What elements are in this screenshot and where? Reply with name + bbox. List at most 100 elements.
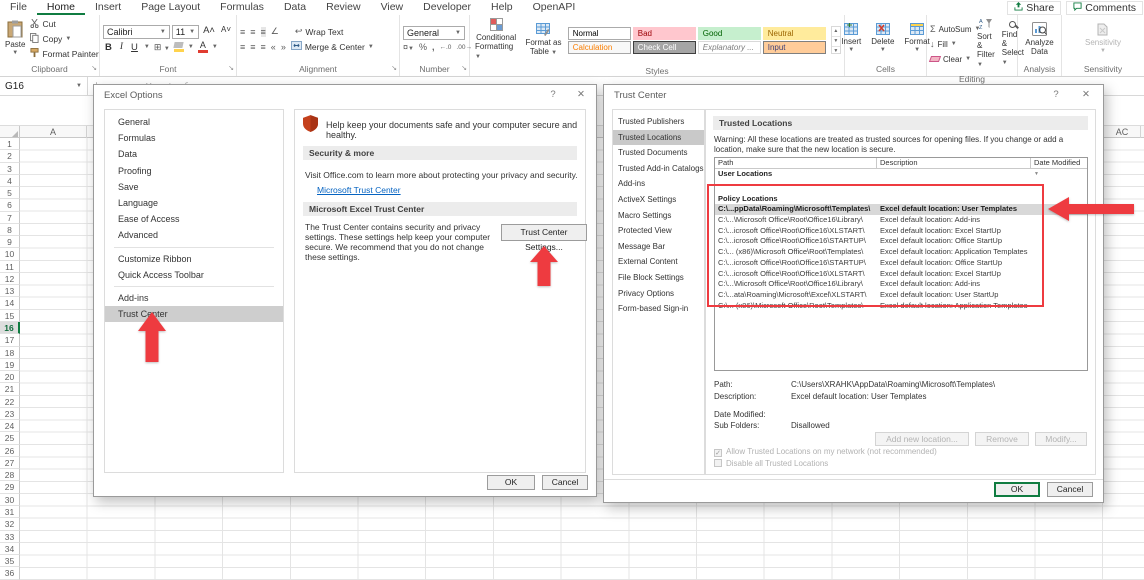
row-header-13[interactable]: 13	[0, 285, 20, 297]
row-header-19[interactable]: 19	[0, 359, 20, 371]
accounting-format-icon[interactable]: ¤▼	[403, 42, 414, 52]
align-center-icon[interactable]: ≡	[250, 42, 255, 52]
sidebar-item-message-bar[interactable]: Message Bar	[613, 239, 704, 255]
name-box[interactable]: G16▼	[0, 77, 88, 95]
row-header-36[interactable]: 36	[0, 567, 20, 579]
align-right-icon[interactable]: ≡	[261, 42, 266, 52]
row-header-23[interactable]: 23	[0, 408, 20, 420]
column-header-description[interactable]: Description	[877, 158, 1031, 168]
row-header-18[interactable]: 18	[0, 347, 20, 359]
align-left-icon[interactable]: ≡	[240, 42, 245, 52]
style-chip-calculation[interactable]: Calculation	[568, 41, 631, 54]
fill-button[interactable]: ↓Fill▼	[930, 38, 972, 51]
tab-view[interactable]: View	[371, 0, 414, 15]
bottom-align-icon[interactable]: ≡	[261, 27, 266, 37]
borders-button[interactable]: ⊞ ▼	[154, 42, 170, 53]
style-chip-explanatory[interactable]: Explanatory ...	[698, 41, 761, 54]
comma-style-icon[interactable]: ,	[432, 42, 435, 52]
sidebar-item-advanced[interactable]: Advanced	[105, 227, 283, 243]
row-header-30[interactable]: 30	[0, 494, 20, 506]
row-header-3[interactable]: 3	[0, 163, 20, 175]
style-chip-bad[interactable]: Bad	[633, 27, 696, 40]
sidebar-item-trusted-addin-catalogs[interactable]: Trusted Add-in Catalogs	[613, 161, 704, 177]
comments-button[interactable]: Comments	[1066, 1, 1143, 15]
sidebar-item-external-content[interactable]: External Content	[613, 254, 704, 270]
grow-font-button[interactable]: A˄	[201, 25, 217, 39]
number-format-combo[interactable]: General▼	[403, 26, 465, 40]
row-header-31[interactable]: 31	[0, 506, 20, 518]
microsoft-trust-center-link[interactable]: Microsoft Trust Center	[317, 185, 401, 195]
sidebar-item-form-based-sign-in[interactable]: Form-based Sign-in	[613, 301, 704, 317]
tab-openapi[interactable]: OpenAPI	[523, 0, 586, 15]
wrap-text-button[interactable]: ↩Wrap Text	[295, 25, 344, 38]
ok-button[interactable]: OK	[487, 475, 535, 490]
sort-filter-button[interactable]: AZ Sort & Filter ▼	[975, 17, 997, 71]
row-header-4[interactable]: 4	[0, 175, 20, 187]
sidebar-item-protected-view[interactable]: Protected View	[613, 223, 704, 239]
delete-cells-button[interactable]: Delete▼	[869, 17, 896, 61]
row-header-17[interactable]: 17	[0, 334, 20, 346]
style-chip-neutral[interactable]: Neutral	[763, 27, 826, 40]
decrease-indent-icon[interactable]: «	[271, 42, 276, 52]
analyze-data-button[interactable]: Analyze Data	[1023, 17, 1055, 61]
sidebar-item-language[interactable]: Language	[105, 195, 283, 211]
font-size-combo[interactable]: 11▼	[172, 25, 199, 39]
sidebar-item-add-ins[interactable]: Add-ins	[105, 290, 283, 306]
help-icon[interactable]: ?	[1049, 89, 1063, 100]
sidebar-item-general[interactable]: General	[105, 114, 283, 130]
row-header-24[interactable]: 24	[0, 420, 20, 432]
dialog-launcher-icon[interactable]: ↘	[228, 63, 234, 75]
row-header-29[interactable]: 29	[0, 481, 20, 493]
row-header-5[interactable]: 5	[0, 187, 20, 199]
row-header-28[interactable]: 28	[0, 469, 20, 481]
shrink-font-button[interactable]: A˅	[219, 25, 233, 39]
cancel-button[interactable]: Cancel	[542, 475, 588, 490]
ok-button[interactable]: OK	[994, 482, 1040, 497]
sidebar-item-formulas[interactable]: Formulas	[105, 130, 283, 146]
sidebar-item-add-ins[interactable]: Add-ins	[613, 176, 704, 192]
row-header-14[interactable]: 14	[0, 297, 20, 309]
row-header-21[interactable]: 21	[0, 383, 20, 395]
row-header-27[interactable]: 27	[0, 457, 20, 469]
row-header-25[interactable]: 25	[0, 432, 20, 444]
tab-data[interactable]: Data	[274, 0, 316, 15]
underline-button[interactable]: U	[129, 42, 140, 53]
share-button[interactable]: Share	[1007, 1, 1061, 15]
cut-button[interactable]: Cut	[30, 18, 98, 31]
italic-button[interactable]: I	[118, 42, 125, 52]
fill-color-button[interactable]	[174, 42, 184, 52]
close-icon[interactable]: ✕	[1079, 89, 1093, 100]
row-header-26[interactable]: 26	[0, 445, 20, 457]
tab-home[interactable]: Home	[37, 0, 85, 15]
row-header-32[interactable]: 32	[0, 518, 20, 530]
clear-button[interactable]: Clear▼	[930, 53, 972, 66]
increase-decimal-icon[interactable]: ←.0	[440, 44, 452, 51]
sidebar-item-trusted-locations[interactable]: Trusted Locations	[613, 130, 704, 146]
row-header-1[interactable]: 1	[0, 138, 20, 150]
copy-button[interactable]: Copy ▼	[30, 33, 98, 46]
format-painter-button[interactable]: Format Painter	[30, 48, 98, 61]
row-header-9[interactable]: 9	[0, 236, 20, 248]
dialog-launcher-icon[interactable]: ↘	[461, 63, 467, 75]
tab-page-layout[interactable]: Page Layout	[131, 0, 210, 15]
sidebar-item-activex-settings[interactable]: ActiveX Settings	[613, 192, 704, 208]
row-header-2[interactable]: 2	[0, 150, 20, 162]
sidebar-item-trust-center[interactable]: Trust Center	[105, 306, 283, 322]
column-header-ac[interactable]: AC	[1103, 126, 1141, 138]
dialog-launcher-icon[interactable]: ↘	[91, 63, 97, 75]
column-header-date-modified[interactable]: Date Modified ▼	[1031, 158, 1087, 168]
row-header-34[interactable]: 34	[0, 543, 20, 555]
paste-button[interactable]: Paste ▼	[3, 17, 27, 61]
sidebar-item-macro-settings[interactable]: Macro Settings	[613, 208, 704, 224]
merge-center-button[interactable]: Merge & Center▼	[291, 40, 374, 53]
sidebar-item-customize-ribbon[interactable]: Customize Ribbon	[105, 251, 283, 267]
row-header-20[interactable]: 20	[0, 371, 20, 383]
column-header-path[interactable]: Path	[715, 158, 877, 168]
style-chip-input[interactable]: Input	[763, 41, 826, 54]
style-chip-good[interactable]: Good	[698, 27, 761, 40]
autosum-button[interactable]: ΣAutoSum▼	[930, 23, 972, 36]
cancel-button[interactable]: Cancel	[1047, 482, 1093, 497]
row-header-16[interactable]: 16	[0, 322, 20, 334]
sidebar-item-file-block-settings[interactable]: File Block Settings	[613, 270, 704, 286]
sidebar-item-data[interactable]: Data	[105, 146, 283, 162]
